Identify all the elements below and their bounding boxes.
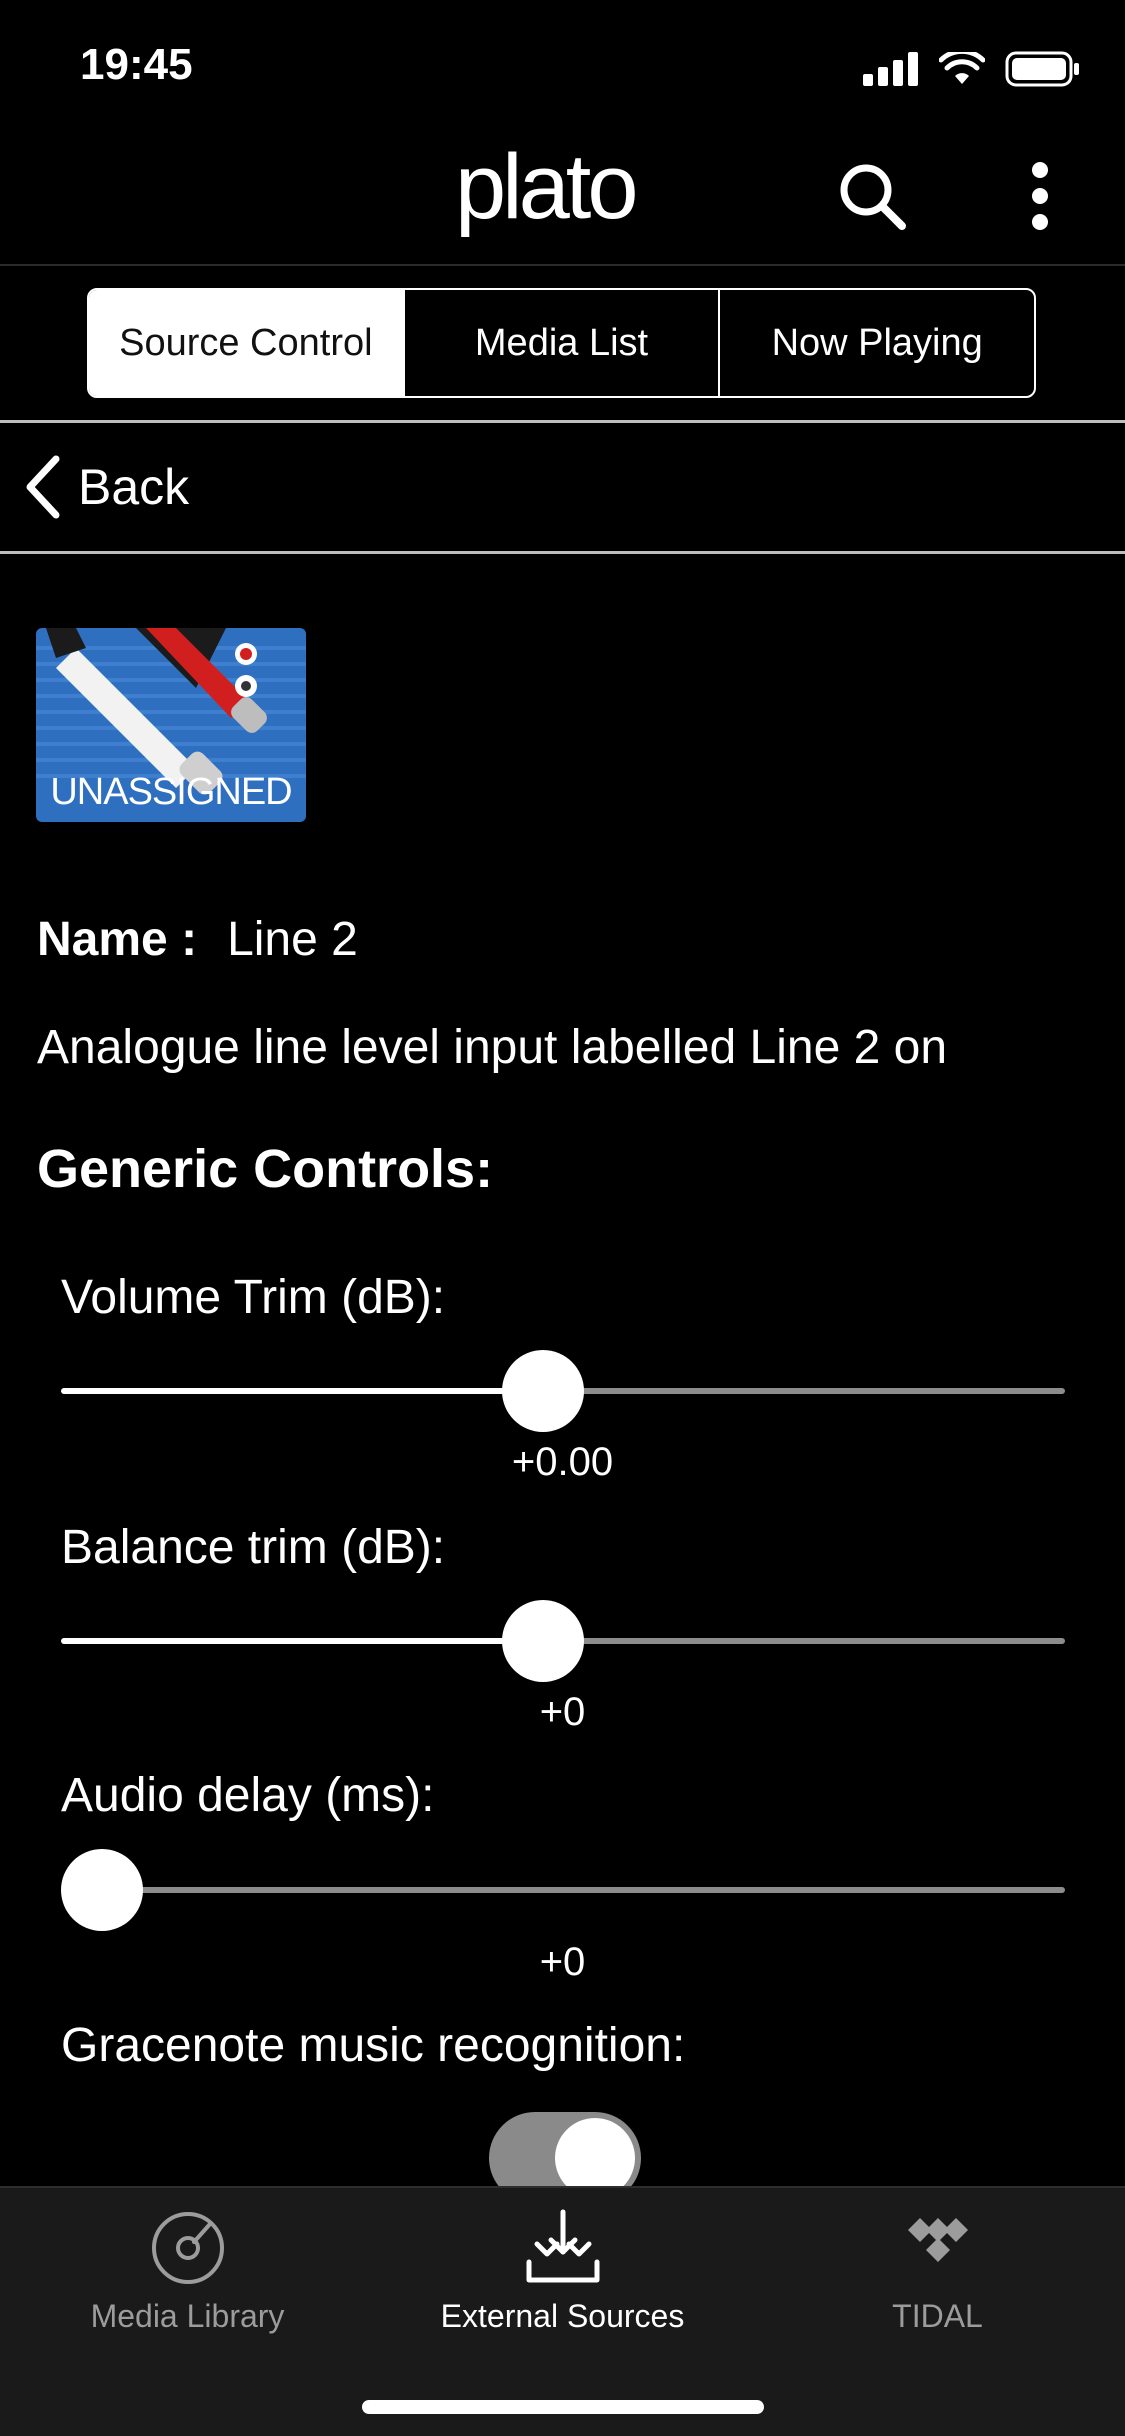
tab-source-control[interactable]: Source Control xyxy=(89,290,403,396)
audio-delay-label: Audio delay (ms): xyxy=(61,1769,435,1822)
generic-controls-title: Generic Controls: xyxy=(37,1139,494,1199)
segment-divider xyxy=(0,420,1125,423)
volume-trim-thumb[interactable] xyxy=(502,1350,584,1432)
audio-delay-thumb[interactable] xyxy=(61,1849,143,1931)
bottom-tab-bar: Media Library External Sources TIDAL xyxy=(0,2186,1125,2436)
audio-delay-slider[interactable] xyxy=(61,1887,1065,1893)
status-icons xyxy=(863,44,1081,94)
tidal-logo-icon xyxy=(907,2218,968,2262)
balance-trim-thumb[interactable] xyxy=(502,1600,584,1682)
back-divider xyxy=(0,551,1125,554)
logo-text: plato xyxy=(455,150,635,238)
source-name-row: Name : Line 2 xyxy=(37,912,358,967)
home-indicator xyxy=(362,2400,764,2414)
back-button[interactable]: Back xyxy=(24,450,189,524)
tab-media-list[interactable]: Media List xyxy=(402,290,719,396)
view-segmented-control: Source Control Media List Now Playing xyxy=(87,288,1036,398)
source-badge: UNASSIGNED xyxy=(50,771,292,813)
chevron-left-icon xyxy=(26,455,60,519)
wifi-icon xyxy=(939,52,985,84)
volume-trim-label: Volume Trim (dB): xyxy=(61,1271,446,1324)
tab-media-library[interactable]: Media Library xyxy=(0,2208,375,2348)
tab-external-sources[interactable]: External Sources xyxy=(375,2208,750,2348)
download-tray-icon xyxy=(526,2209,599,2283)
audio-delay-value: +0 xyxy=(539,1940,586,1984)
back-label: Back xyxy=(78,459,190,515)
name-label: Name : xyxy=(37,913,198,966)
status-time: 19:45 xyxy=(80,40,193,89)
name-value: Line 2 xyxy=(227,913,358,966)
search-icon[interactable] xyxy=(836,160,908,232)
balance-trim-label: Balance trim (dB): xyxy=(61,1521,446,1574)
more-options-icon[interactable] xyxy=(1018,160,1062,232)
tab-now-playing[interactable]: Now Playing xyxy=(718,290,1034,396)
volume-trim-value: +0.00 xyxy=(511,1440,614,1484)
tab-label: Media Library xyxy=(90,2298,285,2334)
tab-label: TIDAL xyxy=(892,2298,983,2334)
source-description: Analogue line level input labelled Line … xyxy=(37,1021,948,1074)
vinyl-record-icon xyxy=(151,2212,224,2284)
source-image: UNASSIGNED xyxy=(36,628,306,822)
plato-logo: plato xyxy=(455,150,639,238)
balance-trim-value: +0 xyxy=(539,1690,586,1734)
gracenote-label: Gracenote music recognition: xyxy=(61,2019,686,2072)
header-divider xyxy=(0,264,1125,266)
battery-icon xyxy=(1005,51,1079,87)
tab-tidal[interactable]: TIDAL xyxy=(750,2208,1125,2348)
tab-label: External Sources xyxy=(440,2298,685,2334)
cellular-signal-icon xyxy=(863,52,918,86)
